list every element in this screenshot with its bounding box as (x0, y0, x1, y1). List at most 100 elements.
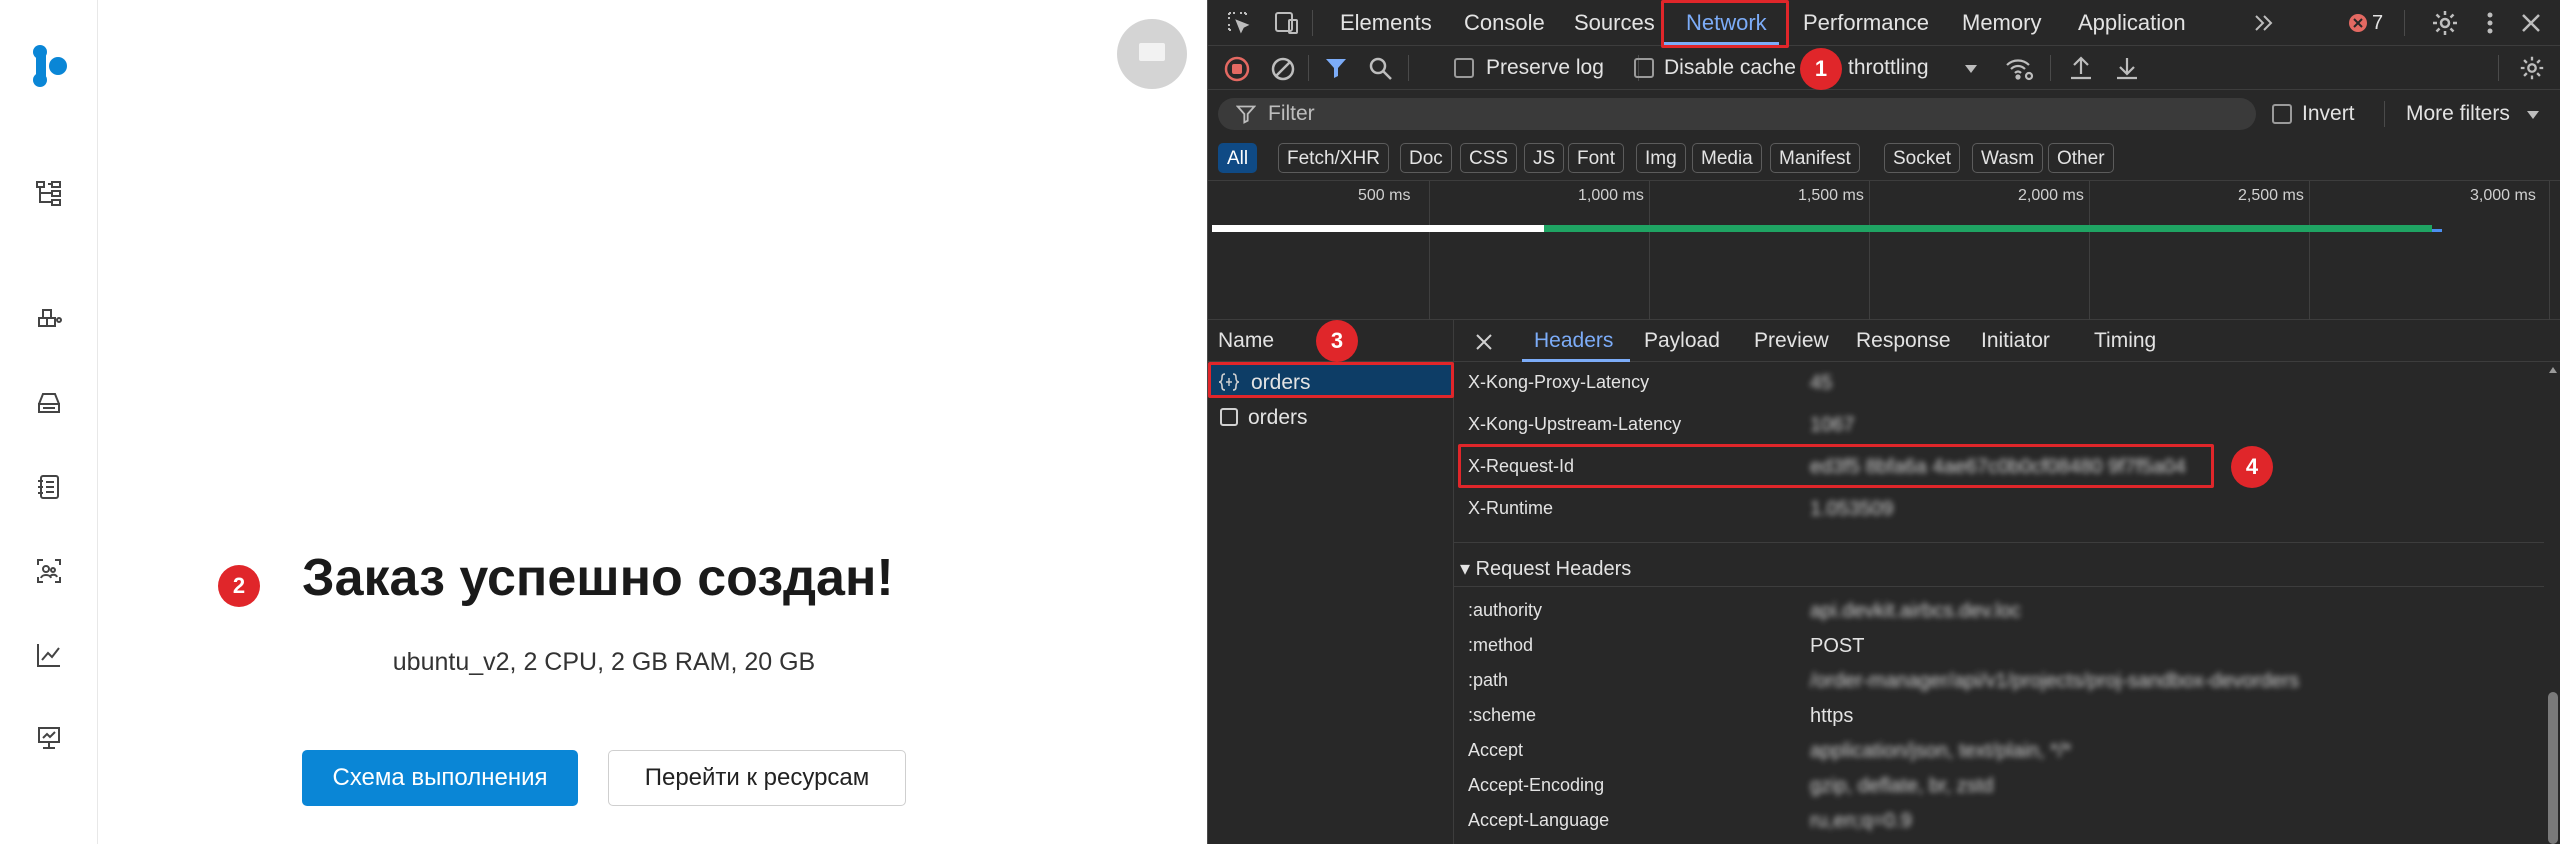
request-row-orders-doc[interactable]: orders (1208, 400, 1454, 436)
avatar[interactable] (1117, 19, 1187, 89)
execution-scheme-button[interactable]: Схема выполнения (302, 750, 578, 806)
settings-gear-icon[interactable] (2430, 8, 2460, 38)
success-title: Заказ успешно создан! (302, 549, 894, 607)
preserve-log-checkbox[interactable] (1454, 58, 1474, 78)
network-timeline[interactable]: 500 ms 1,000 ms 1,500 ms 2,000 ms 2,500 … (1208, 180, 2560, 321)
type-filter-socket[interactable]: Socket (1884, 143, 1961, 173)
header-value: application/json, text/plain, */* (1810, 740, 2072, 762)
type-filter-media[interactable]: Media (1692, 143, 1762, 173)
tab-console[interactable]: Console (1464, 0, 1545, 46)
stop-recording-icon[interactable] (1224, 56, 1250, 82)
header-name: X-Kong-Proxy-Latency (1468, 372, 1650, 392)
tab-performance[interactable]: Performance (1803, 0, 1929, 46)
timeline-gridline (1649, 181, 1650, 321)
invert-label: Invert (2302, 102, 2355, 125)
timeline-gridline (2549, 181, 2550, 321)
header-name: X-Kong-Upstream-Latency (1468, 414, 1682, 434)
disable-cache-checkbox[interactable] (1634, 58, 1654, 78)
header-value: 1.053509 (1810, 498, 1894, 520)
network-settings-gear-icon[interactable] (2518, 54, 2546, 82)
network-conditions-icon[interactable] (2004, 56, 2034, 82)
go-to-resources-button[interactable]: Перейти к ресурсам (608, 750, 906, 806)
type-filter-all[interactable]: All (1218, 143, 1258, 173)
avatar-placeholder-icon (1139, 43, 1165, 61)
request-headers-section-toggle[interactable]: ▾ Request Headers (1460, 556, 1631, 581)
dashboard-icon[interactable] (34, 722, 64, 752)
type-filter-doc[interactable]: Doc (1400, 143, 1452, 173)
header-value: POST (1810, 635, 1865, 657)
tab-initiator[interactable]: Initiator (1981, 320, 2050, 362)
more-filters-dropdown[interactable]: More filters (2406, 92, 2510, 136)
type-filter-font[interactable]: Font (1568, 143, 1625, 173)
tab-preview[interactable]: Preview (1754, 320, 1829, 362)
header-name: :authority (1468, 600, 1543, 620)
header-value: 1067 (1810, 414, 1855, 436)
timeline-label: 3,000 ms (2470, 187, 2536, 204)
filter-input[interactable]: Filter (1218, 98, 2256, 130)
logo-icon[interactable] (30, 44, 68, 88)
xhr-braces-icon (1218, 373, 1240, 391)
timeline-waiting-bar (1212, 225, 1544, 232)
type-filter-manifest[interactable]: Manifest (1770, 143, 1860, 173)
separator (2050, 55, 2051, 81)
details-tab-underline (1522, 359, 1630, 362)
constructor-icon[interactable] (34, 306, 64, 336)
filter-placeholder: Filter (1268, 102, 1315, 125)
type-filter-wasm[interactable]: Wasm (1972, 143, 2044, 173)
monitoring-icon[interactable] (34, 640, 64, 670)
resource-type-filters: All Fetch/XHR Doc CSS JS Font Img Media … (1208, 138, 2560, 180)
more-options-icon[interactable] (2480, 8, 2500, 38)
tab-payload[interactable]: Payload (1644, 320, 1720, 362)
order-summary: ubuntu_v2, 2 CPU, 2 GB RAM, 20 GB (392, 648, 816, 676)
device-toolbar-icon[interactable] (1272, 10, 1300, 36)
separator (1312, 10, 1313, 36)
export-har-icon[interactable] (2114, 54, 2140, 82)
type-filter-js[interactable]: JS (1524, 143, 1565, 173)
type-filter-fetch-xhr[interactable]: Fetch/XHR (1278, 143, 1389, 173)
details-scrollbar[interactable] (2546, 362, 2560, 844)
devtools-tabbar: Elements Console Sources Network Perform… (1208, 0, 2560, 48)
request-row-orders-xhr[interactable]: orders (1208, 362, 1454, 398)
tab-timing[interactable]: Timing (2094, 320, 2156, 362)
more-filters-chevron-icon[interactable] (2526, 110, 2540, 120)
filter-icon[interactable] (1324, 56, 1348, 80)
header-name: :path (1468, 670, 1509, 690)
scroll-up-icon[interactable] (2548, 366, 2558, 374)
separator (2498, 55, 2499, 81)
tab-memory[interactable]: Memory (1962, 0, 2041, 46)
filter-funnel-icon (1236, 105, 1256, 124)
header-value: gzip, deflate, br, zstd (1810, 775, 1994, 797)
error-icon[interactable] (2348, 13, 2368, 33)
tab-response[interactable]: Response (1856, 320, 1951, 362)
scroll-thumb[interactable] (2548, 692, 2558, 844)
search-icon[interactable] (1368, 56, 1394, 82)
more-tabs-icon[interactable] (2252, 12, 2276, 34)
request-list: Name 3 orders orders (1208, 320, 1454, 844)
header-name: :scheme (1468, 705, 1537, 725)
import-har-icon[interactable] (2068, 54, 2094, 82)
chevron-down-icon[interactable] (1964, 64, 1978, 74)
storage-icon[interactable] (34, 388, 64, 418)
documents-icon[interactable] (34, 472, 64, 502)
type-filter-other[interactable]: Other (2048, 143, 2114, 173)
timeline-gridline (1429, 181, 1430, 321)
preserve-log-label: Preserve log (1486, 56, 1604, 79)
type-filter-css[interactable]: CSS (1460, 143, 1518, 173)
users-icon[interactable] (34, 556, 64, 586)
close-devtools-icon[interactable] (2518, 10, 2544, 36)
timeline-label: 2,000 ms (2018, 187, 2084, 204)
tab-sources[interactable]: Sources (1574, 0, 1655, 46)
invert-checkbox[interactable] (2272, 104, 2292, 124)
services-icon[interactable] (34, 178, 64, 208)
type-filter-img[interactable]: Img (1636, 143, 1686, 173)
clear-log-icon[interactable] (1270, 56, 1296, 82)
tab-elements[interactable]: Elements (1340, 0, 1432, 46)
error-count[interactable]: 7 (2372, 0, 2383, 46)
highlight-network-tab (1661, 0, 1789, 48)
throttling-select[interactable]: throttling (1848, 46, 1929, 90)
header-name: Accept-Encoding (1468, 775, 1605, 795)
tab-application[interactable]: Application (2078, 0, 2186, 46)
close-details-icon[interactable] (1474, 332, 1494, 352)
inspect-element-icon[interactable] (1226, 10, 1252, 36)
tab-headers[interactable]: Headers (1534, 320, 1613, 362)
